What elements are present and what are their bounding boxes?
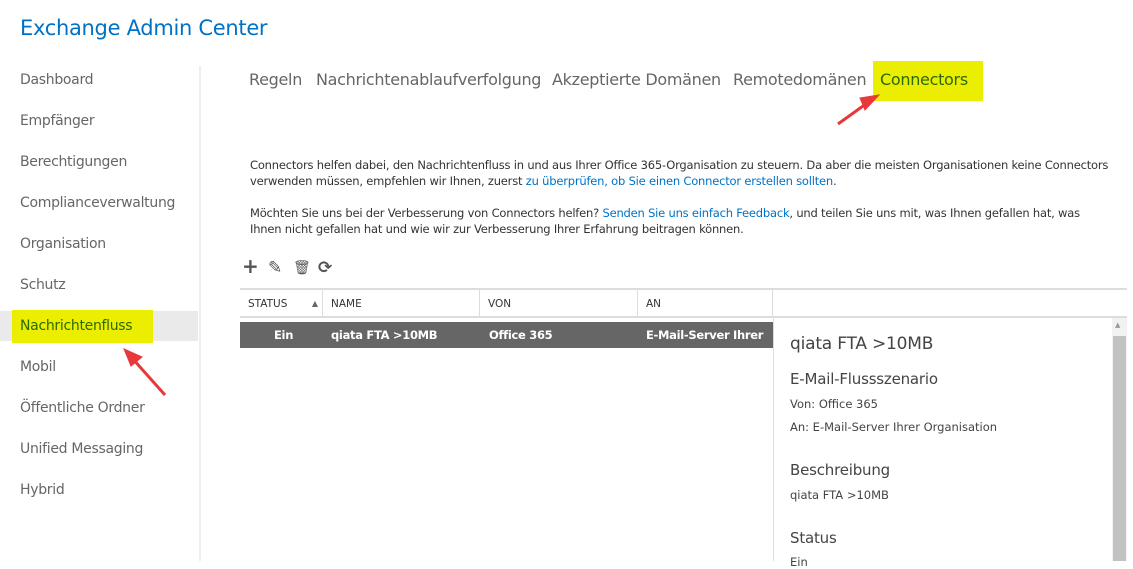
detail-scenario-heading: E-Mail-Flussszenario	[790, 370, 938, 388]
feedback-paragraph: Möchten Sie uns bei der Verbesserung von…	[250, 205, 1110, 237]
detail-status: Ein	[790, 555, 808, 569]
check-connector-link[interactable]: zu überprüfen, ob Sie einen Connector er…	[526, 174, 833, 188]
detail-title: qiata FTA >10MB	[790, 334, 934, 354]
detail-von: Von: Office 365	[790, 397, 879, 411]
scrollbar-thumb[interactable]	[1113, 336, 1126, 561]
table-row[interactable]: Ein qiata FTA >10MB Office 365 E-Mail-Se…	[240, 322, 773, 368]
sort-ascending-icon: ▲	[311, 299, 318, 308]
column-header-status[interactable]: STATUS ▲	[240, 290, 323, 318]
refresh-icon[interactable]: ⟳	[318, 258, 332, 278]
detail-description: qiata FTA >10MB	[790, 488, 889, 502]
delete-icon[interactable]: 🗑	[293, 260, 311, 276]
scroll-up-icon[interactable]: ▲	[1115, 321, 1120, 329]
table-header: STATUS ▲ NAME VON AN	[240, 288, 1127, 318]
intro-text: .	[833, 174, 837, 188]
column-header-an[interactable]: AN	[638, 290, 773, 318]
detail-description-heading: Beschreibung	[790, 461, 890, 479]
intro-paragraph: Connectors helfen dabei, den Nachrichten…	[250, 157, 1110, 189]
cell-von: Office 365	[489, 328, 553, 342]
feedback-text: Möchten Sie uns bei der Verbesserung von…	[250, 206, 603, 220]
edit-icon[interactable]: ✎	[268, 258, 282, 278]
cell-status: Ein	[274, 328, 294, 342]
cell-name: qiata FTA >10MB	[331, 328, 438, 342]
column-header-name[interactable]: NAME	[323, 290, 480, 318]
feedback-link[interactable]: Senden Sie uns einfach Feedback	[602, 206, 789, 220]
cell-an: E-Mail-Server Ihrer ...	[646, 328, 764, 368]
column-header-von[interactable]: VON	[480, 290, 638, 318]
header-label: STATUS	[248, 298, 288, 310]
detail-status-heading: Status	[790, 529, 837, 547]
details-pane: qiata FTA >10MB E-Mail-Flussszenario Von…	[773, 318, 1113, 569]
add-icon[interactable]: +	[242, 254, 259, 278]
detail-an: An: E-Mail-Server Ihrer Organisation	[790, 420, 998, 434]
